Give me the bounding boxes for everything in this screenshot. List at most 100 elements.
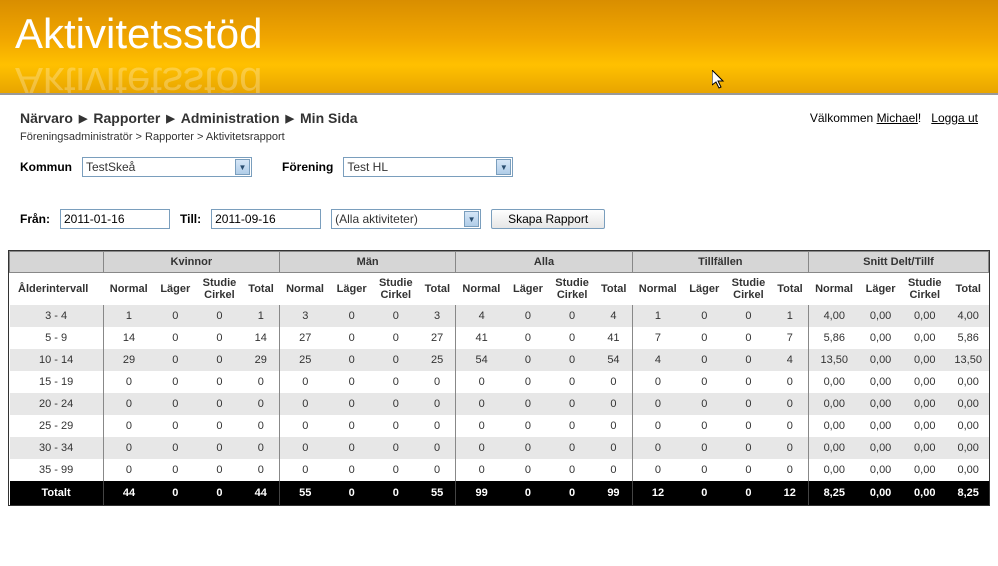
data-cell: 0	[419, 393, 456, 415]
data-cell: 27	[419, 327, 456, 349]
data-cell: 0	[373, 349, 419, 371]
data-cell: 0	[683, 327, 725, 349]
forening-label: Förening	[282, 160, 333, 174]
header-banner: Aktivitetsstöd Aktivitetsstöd	[0, 0, 998, 95]
data-cell: 0	[507, 393, 549, 415]
data-cell: 0	[725, 415, 771, 437]
data-cell: 0,00	[860, 415, 902, 437]
data-cell: 0	[196, 415, 242, 437]
data-cell: 0,00	[948, 393, 989, 415]
from-date-input[interactable]	[60, 209, 170, 229]
data-cell: 1	[103, 305, 154, 327]
filter-row-1: Kommun TestSkeå ▼ Förening Test HL ▼	[0, 151, 998, 183]
sub-header-cell: Normal	[632, 273, 683, 306]
sub-header-cell: Normal	[280, 273, 331, 306]
sub-header-cell: StudieCirkel	[196, 273, 242, 306]
data-cell: 0	[632, 393, 683, 415]
data-cell: 0	[549, 327, 595, 349]
forening-select-value: Test HL	[347, 160, 388, 174]
data-cell: 0	[683, 459, 725, 481]
data-cell: 0	[772, 437, 809, 459]
data-cell: 0	[280, 393, 331, 415]
sub-header-cell: Total	[948, 273, 989, 306]
footer-data-cell: 99	[595, 481, 632, 505]
data-cell: 0	[154, 371, 196, 393]
data-cell: 0	[196, 349, 242, 371]
footer-data-cell: 55	[280, 481, 331, 505]
data-cell: 3	[280, 305, 331, 327]
data-cell: 0	[632, 459, 683, 481]
data-cell: 1	[772, 305, 809, 327]
data-cell: 0,00	[948, 415, 989, 437]
data-cell: 0	[373, 393, 419, 415]
data-cell: 0,00	[860, 437, 902, 459]
data-cell: 0	[154, 437, 196, 459]
sub-header-cell: Läger	[154, 273, 196, 306]
nav-min-sida[interactable]: Min Sida	[300, 110, 358, 126]
data-cell: 0	[154, 393, 196, 415]
nav-narvaro[interactable]: Närvaro	[20, 110, 73, 126]
data-cell: 0,00	[902, 393, 948, 415]
sub-header-cell: Ålderintervall	[10, 273, 104, 306]
data-cell: 0,00	[902, 371, 948, 393]
sub-header-cell: Total	[772, 273, 809, 306]
create-report-button[interactable]: Skapa Rapport	[491, 209, 605, 229]
nav-rapporter[interactable]: Rapporter	[93, 110, 160, 126]
data-cell: 0	[507, 349, 549, 371]
data-cell: 0,00	[860, 349, 902, 371]
data-cell: 0	[595, 437, 632, 459]
till-date-input[interactable]	[211, 209, 321, 229]
data-cell: 0	[507, 305, 549, 327]
data-cell: 0	[154, 327, 196, 349]
data-cell: 0	[632, 437, 683, 459]
data-cell: 0	[595, 371, 632, 393]
data-cell: 13,50	[808, 349, 859, 371]
data-cell: 0	[507, 327, 549, 349]
data-cell: 0	[331, 393, 373, 415]
welcome-suffix: !	[918, 111, 921, 125]
data-cell: 25	[419, 349, 456, 371]
filter-row-2: Från: Till: (Alla aktiviteter) ▼ Skapa R…	[0, 203, 998, 235]
footer-data-cell: 0,00	[902, 481, 948, 505]
data-cell: 7	[772, 327, 809, 349]
group-header-kvinnor: Kvinnor	[103, 252, 279, 273]
data-cell: 0,00	[948, 459, 989, 481]
chevron-right-icon: ▶	[79, 112, 87, 125]
data-cell: 0	[243, 371, 280, 393]
sub-header-cell: Läger	[860, 273, 902, 306]
data-cell: 41	[595, 327, 632, 349]
data-cell: 1	[632, 305, 683, 327]
data-cell: 0	[373, 437, 419, 459]
data-cell: 0	[507, 459, 549, 481]
data-cell: 0	[772, 459, 809, 481]
forening-select[interactable]: Test HL ▼	[343, 157, 513, 177]
footer-label-cell: Totalt	[10, 481, 104, 505]
app-title: Aktivitetsstöd	[15, 10, 262, 58]
age-interval-cell: 25 - 29	[10, 415, 104, 437]
till-label: Till:	[180, 212, 201, 226]
user-link[interactable]: Michael	[877, 111, 918, 125]
kommun-select[interactable]: TestSkeå ▼	[82, 157, 252, 177]
data-cell: 0,00	[860, 459, 902, 481]
group-header-snitt: Snitt Delt/Tillf	[808, 252, 988, 273]
activity-select-value: (Alla aktiviteter)	[335, 212, 418, 226]
data-cell: 0	[419, 371, 456, 393]
data-cell: 1	[243, 305, 280, 327]
sub-header-cell: Total	[243, 273, 280, 306]
activity-select[interactable]: (Alla aktiviteter) ▼	[331, 209, 481, 229]
data-cell: 4	[595, 305, 632, 327]
data-cell: 0	[632, 371, 683, 393]
data-cell: 0	[725, 349, 771, 371]
data-cell: 0,00	[948, 371, 989, 393]
data-cell: 0	[632, 415, 683, 437]
data-cell: 41	[456, 327, 507, 349]
data-cell: 0,00	[860, 371, 902, 393]
data-cell: 0	[154, 415, 196, 437]
data-cell: 0,00	[948, 437, 989, 459]
nav-administration[interactable]: Administration	[181, 110, 280, 126]
data-cell: 0,00	[860, 393, 902, 415]
table-row: 3 - 410013003400410014,000,000,004,00	[10, 305, 989, 327]
logout-link[interactable]: Logga ut	[931, 111, 978, 125]
data-cell: 0	[196, 371, 242, 393]
age-interval-cell: 15 - 19	[10, 371, 104, 393]
